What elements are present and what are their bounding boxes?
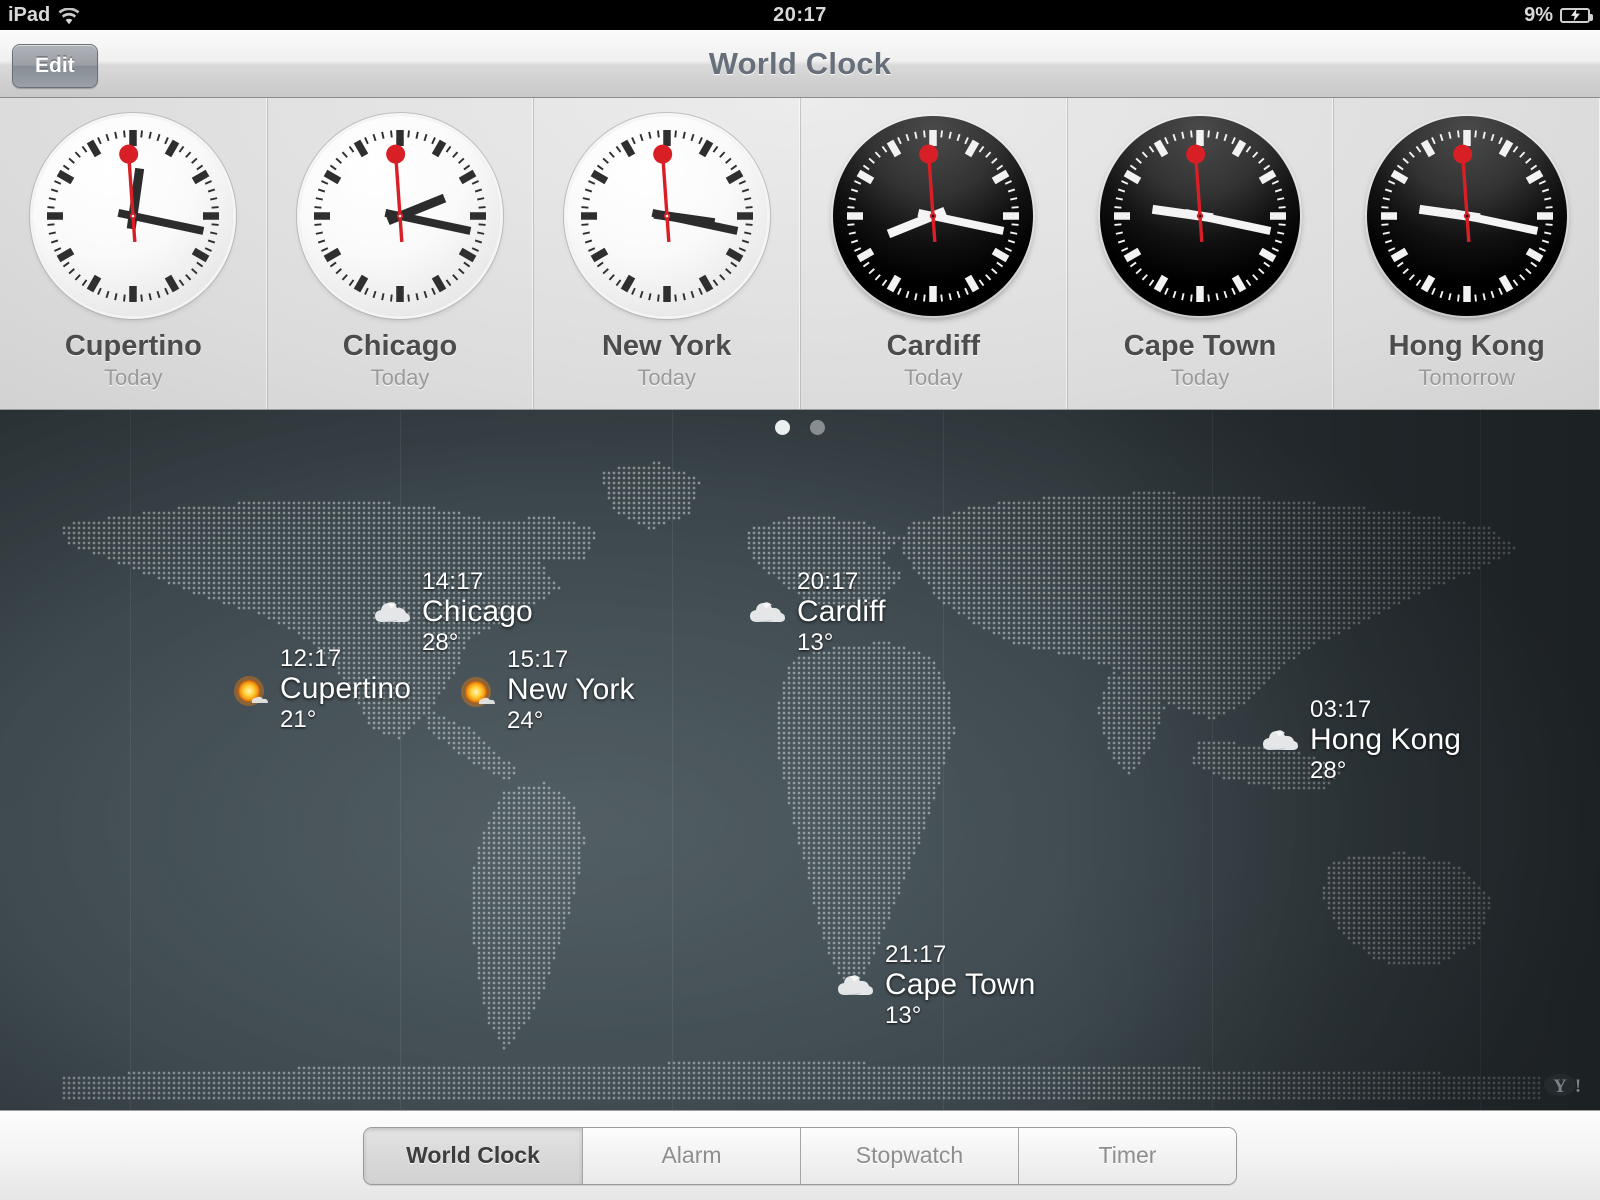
map-pin-text: 12:17 Cupertino 21° [280, 647, 411, 732]
clock-face [33, 116, 234, 316]
edit-button[interactable]: Edit [12, 44, 98, 88]
nav-bar: Edit World Clock [0, 30, 1600, 98]
map-gridline [672, 410, 673, 1110]
clock-day-label: Today [370, 365, 430, 390]
map-pin-hong-kong[interactable]: 03:17 Hong Kong 28° [1258, 698, 1461, 783]
map-pin-text: 21:17 Cape Town 13° [885, 943, 1035, 1028]
clock-face [1100, 116, 1301, 316]
map-pin-chicago[interactable]: 14:17 Chicago 28° [370, 570, 533, 655]
tab-stopwatch[interactable]: Stopwatch [800, 1127, 1018, 1184]
cloud-icon [1258, 720, 1304, 762]
clock-city-name: New York [601, 330, 732, 362]
status-bar-time: 20:17 [773, 3, 827, 26]
battery-percent: 9% [1524, 3, 1553, 26]
clock-cell-new-york[interactable]: New York Today [533, 98, 800, 409]
clock-face [300, 116, 500, 316]
map-pin-city: Cardiff [797, 595, 886, 628]
clock-city-name: Cupertino [64, 330, 202, 362]
clock-city-name: Cardiff [886, 330, 981, 362]
clock-cell-chicago[interactable]: Chicago Today [266, 98, 534, 409]
page-dot-1[interactable] [810, 420, 825, 435]
clock-day-label: Today [637, 365, 697, 390]
clock-cell-cupertino[interactable]: Cupertino Today [0, 98, 267, 409]
map-gridline [1212, 410, 1213, 1110]
map-pin-time: 15:17 [507, 646, 569, 673]
page-title: World Clock [708, 46, 892, 81]
clock-cell-cape-town[interactable]: Cape Town Today [1066, 98, 1334, 409]
map-pin-time: 03:17 [1310, 696, 1372, 723]
battery-charging-icon [1560, 7, 1593, 23]
svg-text:Y: Y [1553, 1076, 1567, 1097]
map-pin-text: 14:17 Chicago 28° [422, 570, 533, 655]
page-dot-0[interactable] [775, 420, 790, 435]
clock-face [833, 116, 1034, 316]
clock-strip: Cupertino Today Chicago Today New York Today C… [0, 98, 1600, 410]
map-pin-temperature: 21° [280, 706, 317, 733]
cloud-icon [370, 592, 416, 634]
map-gridline [130, 410, 131, 1110]
clock-day-label: Today [903, 365, 963, 390]
map-pin-time: 21:17 [885, 941, 947, 968]
clock-city-name: Hong Kong [1388, 330, 1545, 362]
clock-day-label: Today [1170, 365, 1230, 390]
clock-city-name: Cape Town [1123, 330, 1277, 362]
clock-day-label: Tomorrow [1418, 365, 1515, 390]
map-pin-temperature: 24° [507, 707, 544, 734]
cloud-icon [833, 965, 879, 1007]
tab-bar: World Clock Alarm Stopwatch Timer [0, 1110, 1600, 1200]
status-bar: iPad 20:17 9% [0, 0, 1600, 30]
sun-icon [228, 669, 274, 711]
cloud-icon [745, 592, 791, 634]
map-pin-city: Chicago [422, 595, 533, 628]
map-pin-cardiff[interactable]: 20:17 Cardiff 13° [745, 570, 886, 655]
map-pin-temperature: 13° [797, 629, 834, 656]
map-pin-city: Cape Town [885, 968, 1036, 1001]
clock-face [566, 116, 767, 316]
map-pin-time: 14:17 [422, 568, 484, 595]
map-pin-city: New York [507, 673, 635, 706]
clock-city-name: Chicago [342, 330, 458, 362]
tab-timer[interactable]: Timer [1018, 1127, 1236, 1184]
map-pin-time: 12:17 [280, 645, 342, 672]
map-pin-city: Hong Kong [1310, 723, 1462, 756]
map-pin-city: Cupertino [280, 672, 411, 705]
status-bar-right: 9% [1524, 3, 1593, 27]
yahoo-logo[interactable]: Y ! [1542, 1073, 1586, 1102]
page-indicator[interactable] [0, 420, 1600, 435]
map-pin-text: 03:17 Hong Kong 28° [1310, 698, 1461, 783]
tab-world-clock[interactable]: World Clock [364, 1127, 582, 1184]
map-pin-text: 15:17 New York 24° [507, 648, 635, 733]
map-gridline [1480, 410, 1481, 1110]
map-pin-cupertino[interactable]: 12:17 Cupertino 21° [228, 647, 411, 732]
map-pin-cape-town[interactable]: 21:17 Cape Town 13° [833, 943, 1035, 1028]
svg-text:!: ! [1575, 1076, 1581, 1097]
map-pin-temperature: 28° [1310, 757, 1347, 784]
map-pin-temperature: 13° [885, 1002, 922, 1029]
sun-icon [455, 670, 501, 712]
tab-alarm[interactable]: Alarm [582, 1127, 800, 1184]
clock-face [1366, 116, 1567, 316]
world-clock-app: iPad 20:17 9% Edit World Clock Cupertino… [0, 0, 1600, 1200]
map-pin-time: 20:17 [797, 568, 859, 595]
map-pin-new-york[interactable]: 15:17 New York 24° [455, 648, 635, 733]
clock-cell-cardiff[interactable]: Cardiff Today [800, 98, 1067, 409]
world-map[interactable]: 14:17 Chicago 28° 20:17 Cardiff 13° 12:17 Cuper… [0, 410, 1600, 1110]
clock-cell-hong-kong[interactable]: Hong Kong Tomorrow [1333, 98, 1600, 409]
clock-day-label: Today [103, 365, 163, 390]
map-pin-text: 20:17 Cardiff 13° [797, 570, 886, 655]
tab-segmented-control: World Clock Alarm Stopwatch Timer [363, 1126, 1237, 1185]
map-gridline [400, 410, 401, 1110]
